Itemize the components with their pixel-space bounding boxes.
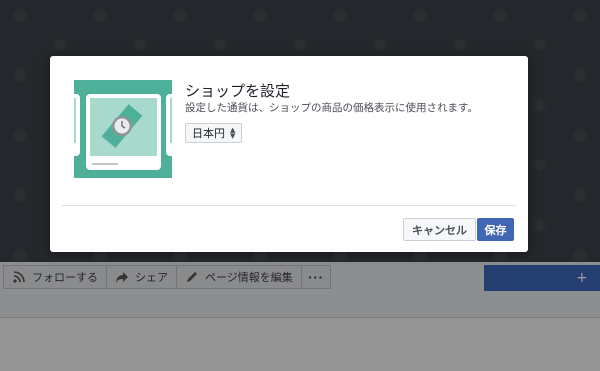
shop-setup-dialog: ショップを設定 設定した通貨は、ショップの商品の価格表示に使用されます。 日本円…	[50, 56, 528, 252]
currency-select[interactable]: 日本円 ▲ ▼	[185, 123, 243, 143]
watch-icon	[74, 80, 172, 178]
cancel-button[interactable]: キャンセル	[403, 218, 476, 241]
select-arrows-icon: ▲ ▼	[230, 126, 236, 140]
save-button[interactable]: 保存	[477, 218, 514, 241]
currency-select-value: 日本円	[192, 127, 225, 140]
dialog-title: ショップを設定	[185, 82, 291, 100]
dialog-divider	[62, 205, 516, 206]
dialog-description: 設定した通貨は、ショップの商品の価格表示に使用されます。	[185, 102, 478, 114]
